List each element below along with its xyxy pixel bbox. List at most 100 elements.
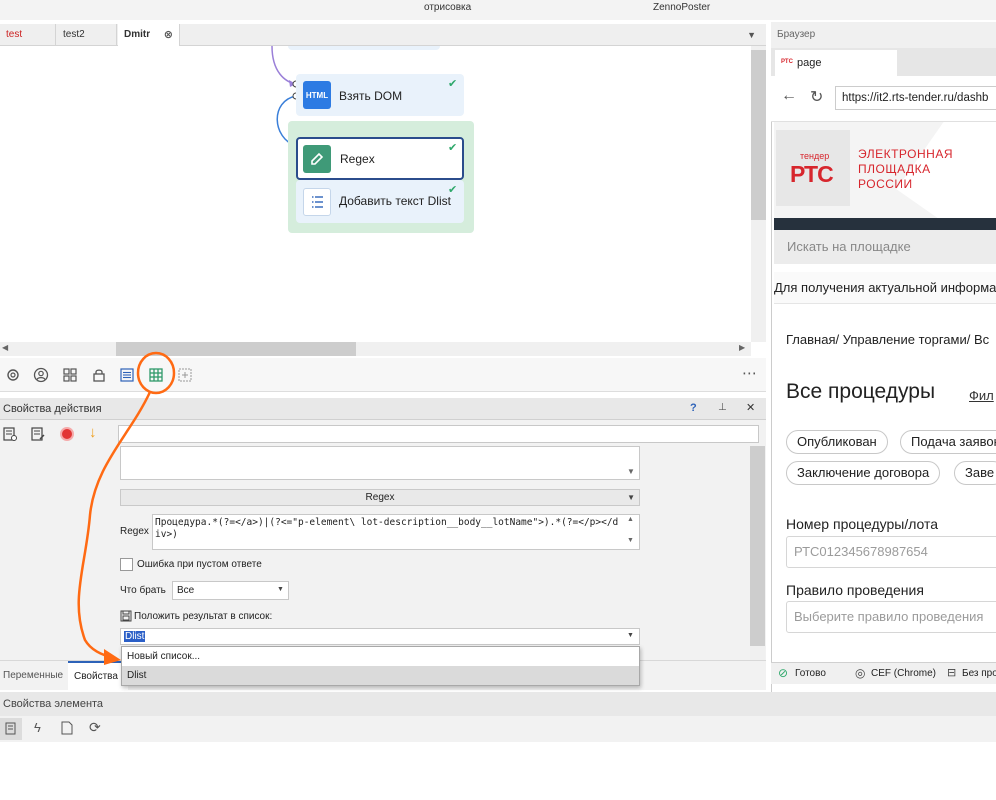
- record-icon[interactable]: [60, 427, 74, 441]
- site-search-placeholder: Искать на площадке: [787, 239, 911, 254]
- page-icon[interactable]: [60, 721, 74, 735]
- scroll-thumb[interactable]: [750, 446, 765, 646]
- rts-favicon: РТС: [781, 59, 793, 65]
- grid-icon[interactable]: [61, 366, 79, 384]
- processing-mode-select[interactable]: Regex ▼: [120, 489, 640, 506]
- rts-logo: тендер РТС: [776, 130, 850, 206]
- chip-published[interactable]: Опубликован: [786, 430, 888, 454]
- gear-icon[interactable]: [4, 366, 22, 384]
- list-dropdown-popup: Новый список... Dlist: [121, 646, 640, 686]
- tabs-dropdown-icon[interactable]: ▼: [747, 24, 756, 46]
- help-icon[interactable]: ?: [690, 402, 697, 414]
- edit-properties-icon[interactable]: [30, 426, 48, 444]
- node-add-text-label: Добавить текст Dlist: [339, 194, 451, 208]
- filter-link[interactable]: Фил: [969, 388, 994, 403]
- procedure-number-input[interactable]: РТС012345678987654: [786, 536, 996, 568]
- html-icon: HTML: [303, 81, 331, 109]
- scroll-thumb[interactable]: [751, 50, 766, 220]
- list-icon: [303, 188, 331, 216]
- result-list-value: Dlist: [124, 631, 146, 642]
- regex-label: Regex: [120, 526, 149, 537]
- status-proxy[interactable]: Без про: [962, 668, 996, 679]
- ready-icon: ⊘: [778, 666, 789, 680]
- pin-icon[interactable]: ⊥: [718, 402, 727, 413]
- web-page-content: тендер РТС ЭЛЕКТРОННАЯ ПЛОЩАДКА РОССИИ И…: [774, 122, 996, 662]
- result-list-select[interactable]: Dlist ▼: [120, 628, 640, 645]
- empty-error-label: Ошибка при пустом ответе: [137, 559, 262, 570]
- breadcrumb[interactable]: Главная/ Управление торгами/ Вс: [786, 332, 989, 347]
- tab-dmitr[interactable]: Dmitr ⊗: [118, 24, 180, 46]
- scroll-left-icon[interactable]: ◀: [2, 343, 8, 352]
- node-regex[interactable]: Regex ✔: [296, 137, 464, 180]
- what-take-select[interactable]: Все ▼: [172, 581, 289, 600]
- scroll-up-icon[interactable]: ▲: [627, 516, 634, 523]
- check-icon: ✔: [448, 142, 458, 154]
- action-name-input[interactable]: [118, 425, 759, 443]
- close-icon[interactable]: ✕: [746, 401, 755, 414]
- table-icon[interactable]: [147, 366, 165, 384]
- chevron-down-icon: ▼: [277, 586, 284, 593]
- project-tab-bar: test test2 Dmitr ⊗ ▼: [0, 24, 766, 46]
- element-properties-toolbar: ϟ ⟳: [0, 716, 996, 742]
- browser-address-bar: ← ↻ https://it2.rts-tender.ru/dashb: [771, 76, 996, 122]
- brand-text: ЭЛЕКТРОННАЯ ПЛОЩАДКА РОССИИ: [858, 147, 953, 192]
- regex-input[interactable]: Процедура.*(?=</a>)|(?<="p-element\ lot-…: [152, 514, 640, 550]
- node-regex-label: Regex: [340, 152, 375, 166]
- tab-close-icon[interactable]: ⊗: [164, 24, 173, 46]
- browser-panel-title: Браузер: [777, 29, 816, 40]
- scroll-down-icon[interactable]: ▼: [627, 467, 635, 476]
- notice-text: Для получения актуальной информа: [774, 280, 996, 295]
- notice-banner: Для получения актуальной информа: [774, 272, 996, 304]
- scroll-down-icon[interactable]: ▼: [627, 537, 634, 544]
- refresh-icon[interactable]: ⟳: [89, 719, 101, 736]
- dropdown-item-dlist[interactable]: Dlist: [122, 666, 639, 685]
- element-props-icon[interactable]: [0, 718, 22, 740]
- save-icon: [120, 610, 132, 622]
- canvas-horizontal-scrollbar[interactable]: ◀ ▶: [0, 342, 751, 356]
- arrow-down-icon[interactable]: ↓: [89, 424, 97, 441]
- url-input[interactable]: https://it2.rts-tender.ru/dashb: [835, 86, 996, 110]
- procedure-number-placeholder: РТС012345678987654: [794, 544, 928, 559]
- tab-variables[interactable]: Переменные: [3, 670, 63, 681]
- browser-tab-bar: РТС page: [771, 48, 996, 76]
- rule-select[interactable]: Выберите правило проведения: [786, 601, 996, 633]
- site-search[interactable]: Искать на площадке: [774, 230, 996, 264]
- node-add-text[interactable]: Добавить текст Dlist ✔: [296, 180, 464, 223]
- project-canvas[interactable]: HTML Взять DOM ✔ Regex ✔ Добавить текст …: [0, 46, 766, 342]
- user-icon[interactable]: [32, 366, 50, 384]
- scroll-right-icon[interactable]: ▶: [739, 343, 745, 352]
- canvas-vertical-scrollbar[interactable]: [751, 46, 766, 342]
- status-engine[interactable]: CEF (Chrome): [871, 668, 936, 679]
- previous-node-partial[interactable]: [288, 46, 440, 50]
- tab-test2-label: test2: [63, 29, 85, 40]
- rule-label: Правило проведения: [786, 582, 924, 598]
- browser-tab-page[interactable]: РТС page: [775, 50, 897, 76]
- chip-completed[interactable]: Заве: [954, 461, 996, 485]
- list-view-icon[interactable]: [118, 366, 136, 384]
- back-arrow-icon[interactable]: ←: [781, 87, 797, 105]
- chevron-down-icon: ▼: [627, 493, 635, 502]
- node-get-dom[interactable]: HTML Взять DOM ✔: [296, 74, 464, 116]
- chip-submission[interactable]: Подача заявок: [900, 430, 996, 454]
- chip-contract[interactable]: Заключение договора: [786, 461, 941, 485]
- input-text-area[interactable]: ▼: [120, 446, 640, 480]
- tab-dmitr-label: Dmitr: [124, 29, 151, 40]
- properties-icon[interactable]: [2, 426, 20, 444]
- reload-icon[interactable]: ↻: [810, 87, 823, 107]
- processing-mode-value: Regex: [365, 492, 395, 503]
- action-properties-body: ↓ ▼ Regex ▼ Regex Процедура.*(?=</a>)|(?…: [0, 420, 766, 660]
- rts-logo-small: тендер: [800, 151, 830, 161]
- more-icon[interactable]: ⋯: [742, 364, 757, 382]
- empty-error-checkbox[interactable]: [120, 558, 133, 571]
- chrome-icon: ◎: [855, 666, 866, 680]
- dropdown-item-new-list[interactable]: Новый список...: [122, 647, 639, 666]
- tab-test[interactable]: test: [0, 24, 56, 46]
- lock-icon[interactable]: [90, 366, 108, 384]
- tab-properties[interactable]: Свойства: [68, 661, 128, 691]
- tab-test2[interactable]: test2: [57, 24, 117, 46]
- scroll-thumb[interactable]: [116, 342, 356, 356]
- add-element-icon[interactable]: [176, 366, 194, 384]
- lightning-icon[interactable]: ϟ: [34, 720, 41, 735]
- tab-properties-label: Свойства: [74, 671, 118, 682]
- properties-scrollbar[interactable]: [750, 446, 765, 660]
